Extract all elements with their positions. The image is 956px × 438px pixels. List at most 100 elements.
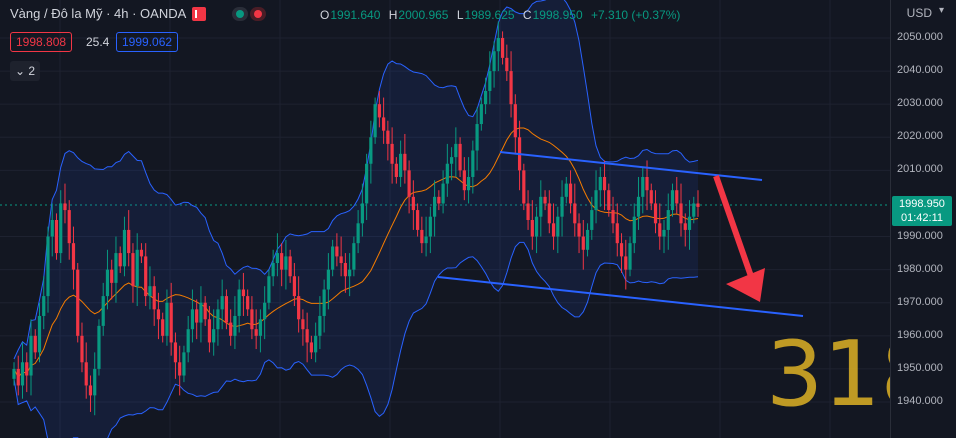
candle-body [161, 319, 165, 336]
candle-body [696, 203, 700, 207]
buy-price-button[interactable]: 1999.062 [116, 32, 179, 52]
candle-body [114, 253, 118, 283]
candle-body [237, 289, 241, 316]
candle-body [594, 190, 598, 211]
candle-body [275, 253, 280, 264]
candle-body [297, 296, 301, 320]
currency-label[interactable]: USD [907, 6, 932, 20]
candle-body [233, 315, 237, 336]
candle-body [67, 210, 71, 244]
candle-body [258, 319, 263, 336]
candle-body [492, 51, 496, 72]
symbol-title[interactable]: Vàng / Đô la Mỹ · 4h · OANDA [10, 6, 186, 21]
price-axis[interactable]: USD ▾ 2050.000 2040.000 2030.000 2020.000 20… [890, 0, 956, 438]
open-label: O [320, 8, 330, 22]
candle-body [692, 203, 696, 217]
candle-body [539, 196, 543, 217]
candle-body [462, 170, 466, 191]
axis-tick-label: 2010.000 [897, 163, 943, 176]
candle-body [390, 143, 394, 164]
price-chart[interactable] [0, 0, 890, 438]
candle-body [331, 246, 335, 270]
candle-body [42, 296, 46, 316]
candle-body [59, 203, 63, 254]
candle-body [97, 325, 101, 369]
bollinger-bands [13, 0, 699, 438]
candle-body [216, 309, 220, 330]
chevron-down-icon: ⌄ [14, 64, 29, 78]
flag-icon[interactable] [192, 6, 207, 21]
candle-body [530, 220, 534, 237]
candle-body [628, 243, 632, 270]
candle-body [152, 286, 156, 310]
market-open-icon [232, 6, 249, 21]
candle-body [339, 256, 343, 264]
candle-body [607, 190, 611, 211]
candle-body [173, 342, 178, 363]
candle-body [203, 302, 207, 320]
candle-body [76, 269, 80, 336]
candle-body [466, 176, 471, 191]
candle-body [318, 315, 322, 336]
candle-body [403, 153, 407, 171]
chevron-down-icon[interactable]: ▾ [939, 5, 944, 16]
axis-tick-label: 2030.000 [897, 97, 943, 110]
candle-body [365, 163, 369, 204]
candle-body [386, 130, 390, 144]
candle-body [598, 176, 602, 191]
candle-body [573, 203, 577, 224]
candle-body [165, 302, 169, 336]
candle-body [624, 256, 628, 270]
candle-body [454, 143, 458, 158]
candle-body [156, 309, 161, 320]
sell-price-button[interactable]: 1998.808 [10, 32, 73, 52]
candle-body [488, 71, 492, 91]
candle-body [662, 229, 666, 237]
candle-body [54, 220, 59, 254]
candle-body [178, 362, 182, 376]
candle-body [224, 296, 229, 323]
candle-body [602, 176, 607, 191]
candle-body [581, 236, 585, 250]
candle-body [356, 223, 360, 244]
axis-tick-label: 1950.000 [897, 361, 943, 374]
down-arrow-shaft [713, 175, 756, 283]
candle-body [500, 38, 505, 58]
candle-body [360, 203, 364, 224]
candle-body [50, 220, 54, 237]
candle-body [186, 329, 190, 353]
indicator-collapse-button[interactable]: ⌄ 2 [10, 61, 40, 81]
candle-body [20, 362, 25, 386]
candle-body [483, 90, 488, 105]
candle-body [547, 203, 551, 224]
candle-body [373, 104, 377, 138]
axis-tick-label: 2020.000 [897, 130, 943, 143]
candle-body [254, 329, 258, 336]
candle-body [229, 322, 233, 336]
candle-body [199, 302, 203, 323]
candle-body [314, 335, 318, 353]
axis-tick-label: 1970.000 [897, 295, 943, 308]
candle-body [513, 104, 517, 138]
candle-body [611, 210, 615, 224]
candle-body [445, 163, 449, 184]
candle-body [449, 157, 454, 164]
candle-body [577, 223, 581, 237]
axis-tick-label: 2050.000 [897, 31, 943, 43]
spread-value: 25.4 [86, 35, 110, 49]
candle-body [394, 163, 398, 177]
candle-body [590, 210, 594, 230]
candle-body [564, 183, 568, 197]
indicator-count: 2 [28, 64, 36, 78]
candle-body [348, 269, 352, 277]
axis-tick-label: 2040.000 [897, 64, 943, 77]
axis-tick-label: 1960.000 [897, 328, 943, 341]
candle-body [326, 269, 330, 290]
candle-body [33, 335, 37, 353]
candle-body [305, 329, 309, 343]
candle-body [585, 229, 590, 250]
candle-body [135, 249, 139, 287]
candle-body [641, 176, 645, 197]
candle-body [169, 302, 173, 343]
high-label: H [388, 8, 398, 22]
